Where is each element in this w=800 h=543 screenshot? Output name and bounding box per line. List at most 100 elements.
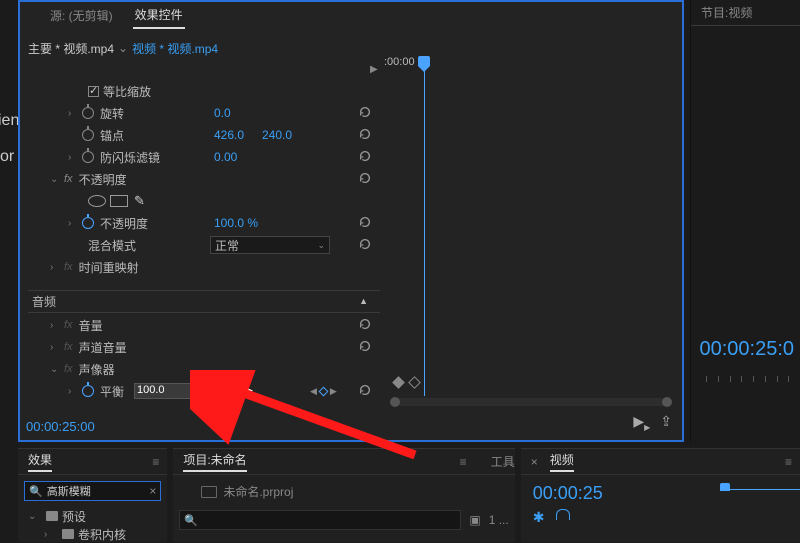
reset-volume-button[interactable]: [358, 317, 372, 334]
channel-volume-label: 声道音量: [79, 339, 127, 356]
prop-anchor-point: 锚点 426.0 240.0: [24, 124, 380, 146]
section-time-remap[interactable]: › fx 时间重映射: [24, 256, 380, 278]
tab-sequence[interactable]: 视频: [550, 451, 574, 472]
balance-input[interactable]: 100.0: [134, 383, 220, 399]
reset-rotation-button[interactable]: [358, 105, 372, 122]
anchor-x-value[interactable]: 426.0: [214, 128, 244, 142]
tab-program[interactable]: 节目:视频: [699, 0, 754, 25]
mask-ellipse-button[interactable]: [88, 195, 106, 207]
stopwatch-icon[interactable]: [82, 107, 94, 119]
twirl-icon[interactable]: ›: [50, 262, 58, 273]
stopwatch-icon[interactable]: [82, 385, 94, 397]
fx-badge-icon[interactable]: fx: [64, 319, 73, 331]
next-keyframe-button[interactable]: ▶: [330, 386, 337, 397]
folder-icon: [46, 511, 58, 521]
anchor-label: 锚点: [100, 127, 124, 144]
stopwatch-icon[interactable]: [82, 151, 94, 163]
reset-antiflicker-button[interactable]: [358, 149, 372, 166]
prev-keyframe-button[interactable]: ◀: [310, 386, 317, 397]
timeline-ruler[interactable]: [720, 489, 800, 499]
chevron-down-icon[interactable]: ⌄: [118, 41, 128, 55]
rotation-label: 旋转: [100, 105, 124, 122]
section-opacity[interactable]: ⌄ fx 不透明度: [24, 168, 380, 190]
tree-item-presets[interactable]: ⌄ 预设: [18, 507, 167, 525]
reset-opacity-button[interactable]: [358, 215, 372, 232]
section-panner[interactable]: ⌄ fx 声像器: [24, 358, 380, 380]
reset-balance-button[interactable]: [358, 383, 372, 400]
fx-badge-icon[interactable]: fx: [64, 173, 73, 185]
program-ruler[interactable]: [706, 376, 800, 384]
magnet-icon[interactable]: [556, 509, 570, 520]
reset-opacity-section-button[interactable]: [358, 171, 372, 188]
project-search[interactable]: 🔍: [179, 510, 461, 530]
tab-effect-controls[interactable]: 效果控件: [133, 2, 185, 29]
twirl-icon[interactable]: ›: [50, 320, 58, 331]
section-volume[interactable]: › fx 音量: [24, 314, 380, 336]
tab-tools[interactable]: 工具: [491, 453, 515, 470]
current-timecode[interactable]: 00:00:25:00: [26, 419, 95, 434]
folder-icon: [62, 529, 74, 539]
program-timecode[interactable]: 00:00:25:0: [699, 338, 794, 361]
fx-badge-icon[interactable]: fx: [64, 363, 73, 375]
reset-channel-volume-button[interactable]: [358, 339, 372, 356]
twirl-down-icon[interactable]: ⌄: [50, 174, 58, 185]
panel-menu-icon[interactable]: ≡: [460, 455, 467, 469]
tab-source[interactable]: 源: (无剪辑): [48, 3, 115, 28]
blend-mode-dropdown[interactable]: 正常 ⌄: [210, 236, 330, 254]
sequence-timecode[interactable]: 00:00:25: [533, 483, 603, 504]
play-only-button[interactable]: ▶▶: [633, 413, 650, 432]
stopwatch-icon[interactable]: [82, 217, 94, 229]
clip-sequence-name[interactable]: 视频 * 视频.mp4: [132, 40, 218, 57]
effects-search-input[interactable]: [47, 485, 127, 497]
project-search-input[interactable]: [202, 514, 282, 526]
fx-badge-icon[interactable]: fx: [64, 341, 73, 353]
rotation-value[interactable]: 0.0: [214, 106, 231, 120]
effects-search[interactable]: 🔍 ×: [24, 481, 161, 501]
keyframe-marker[interactable]: [408, 376, 421, 389]
mini-timeline-header[interactable]: :00:00: [392, 58, 678, 78]
fx-badge-icon[interactable]: fx: [64, 261, 73, 273]
snap-icon[interactable]: ✱: [533, 509, 545, 526]
mask-pen-button[interactable]: ✎: [134, 193, 145, 209]
add-keyframe-button[interactable]: [318, 386, 328, 396]
twirl-icon[interactable]: ›: [50, 342, 58, 353]
reset-blend-button[interactable]: [358, 237, 372, 254]
opacity-mask-shapes: ✎: [24, 190, 380, 212]
export-frame-button[interactable]: ⇪: [660, 413, 672, 432]
zoom-handle-left[interactable]: [390, 397, 400, 407]
reset-anchor-button[interactable]: [358, 127, 372, 144]
twirl-icon[interactable]: ›: [68, 152, 76, 163]
zoom-scrollbar[interactable]: [392, 398, 670, 406]
tab-effects[interactable]: 效果: [28, 451, 52, 472]
tree-item-convolution[interactable]: › 卷积内核: [18, 525, 167, 543]
twirl-icon[interactable]: ›: [68, 386, 76, 397]
section-channel-volume[interactable]: › fx 声道音量: [24, 336, 380, 358]
opacity-value[interactable]: 100.0 %: [214, 216, 258, 230]
twirl-icon[interactable]: ›: [68, 218, 76, 229]
checkbox-uniform-scale[interactable]: [88, 86, 99, 97]
antiflicker-label: 防闪烁滤镜: [100, 149, 160, 166]
twirl-down-icon[interactable]: ⌄: [50, 364, 58, 375]
project-toolbar: 🔍 ▣ 1 ...: [179, 510, 508, 530]
twirl-icon[interactable]: ›: [44, 529, 52, 540]
play-icon[interactable]: ▶: [370, 64, 378, 75]
panel-menu-icon[interactable]: ≡: [785, 455, 792, 469]
keyframe-strip[interactable]: [392, 376, 670, 390]
panel-menu-icon[interactable]: ≡: [152, 455, 159, 469]
bin-view-button[interactable]: ▣: [469, 513, 480, 527]
mask-rect-button[interactable]: [110, 195, 128, 207]
prop-blend-mode: 混合模式 正常 ⌄: [24, 234, 380, 256]
collapse-up-icon[interactable]: ▲: [359, 296, 368, 306]
clear-search-button[interactable]: ×: [149, 484, 156, 498]
antiflicker-value[interactable]: 0.00: [214, 150, 237, 164]
twirl-down-icon[interactable]: ⌄: [28, 511, 36, 522]
lower-panels: 效果 ≡ 🔍 × ⌄ 预设 › 卷积内核 项目:未命名 ≡ 工具 未命名.prp…: [18, 448, 800, 542]
anchor-y-value[interactable]: 240.0: [262, 128, 292, 142]
stopwatch-icon[interactable]: [82, 129, 94, 141]
tab-project[interactable]: 项目:未命名: [183, 451, 246, 472]
twirl-icon[interactable]: ›: [68, 108, 76, 119]
keyframe-marker[interactable]: [392, 376, 405, 389]
close-seq-button[interactable]: ×: [531, 455, 538, 469]
clip-master-name[interactable]: 主要 * 视频.mp4: [28, 40, 114, 57]
zoom-handle-right[interactable]: [662, 397, 672, 407]
